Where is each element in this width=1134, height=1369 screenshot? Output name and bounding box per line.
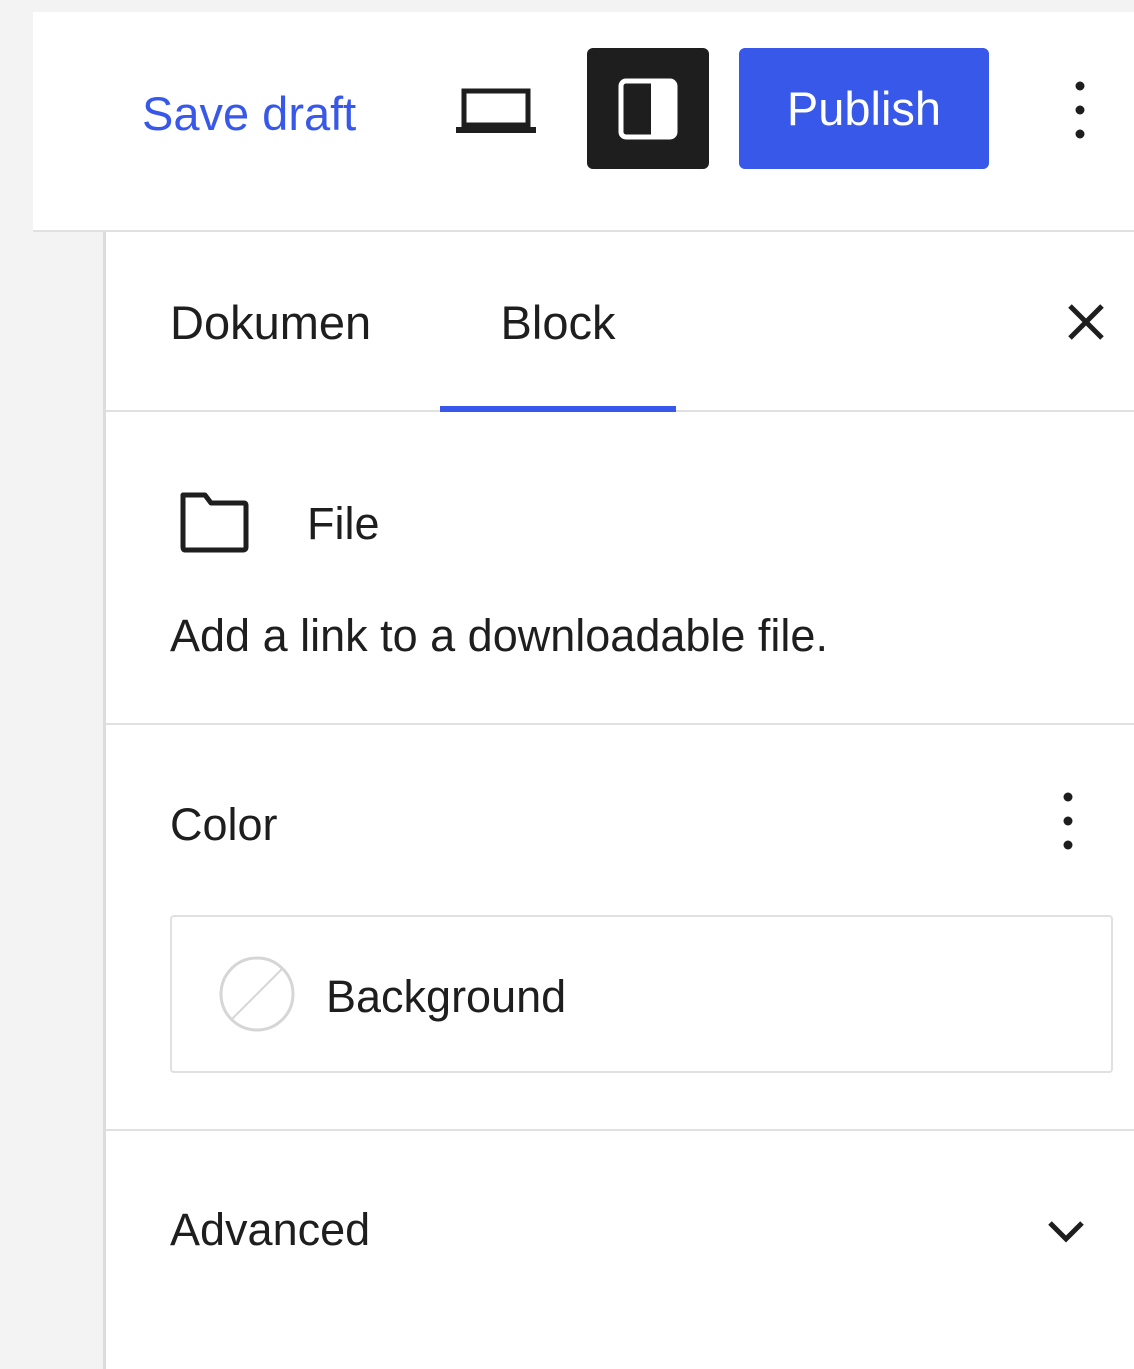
tab-document[interactable]: Dokumen — [136, 232, 406, 412]
sidebar-tabs: Dokumen Block — [106, 232, 1134, 412]
publish-button[interactable]: Publish — [739, 48, 989, 169]
advanced-toggle[interactable] — [1034, 1201, 1098, 1261]
color-panel: Color Background — [106, 725, 1134, 1131]
editor-app: Save draft Publish Dokumen Block File Ad… — [0, 0, 1134, 1369]
block-title: File — [307, 498, 380, 549]
block-card: File Add a link to a downloadable file. — [106, 412, 1134, 725]
sidebar-panel-icon — [618, 78, 678, 139]
block-description: Add a link to a downloadable file. — [170, 610, 828, 661]
background-color-item[interactable]: Background — [170, 915, 1113, 1073]
more-vertical-icon — [1063, 792, 1073, 850]
save-draft-button[interactable]: Save draft — [142, 84, 356, 144]
folder-icon — [180, 492, 249, 553]
laptop-icon — [456, 88, 536, 133]
preview-button[interactable] — [446, 66, 546, 156]
color-options-button[interactable] — [1040, 781, 1096, 861]
no-color-swatch-icon — [219, 956, 295, 1032]
advanced-panel-title: Advanced — [170, 1204, 371, 1255]
more-vertical-icon — [1075, 81, 1085, 139]
settings-sidebar: Dokumen Block File Add a link to a downl… — [103, 232, 1134, 1369]
tab-block[interactable]: Block — [440, 232, 676, 412]
advanced-panel-toggle[interactable]: Advanced — [106, 1131, 1134, 1331]
close-icon — [1068, 304, 1104, 340]
color-panel-title: Color — [170, 799, 278, 850]
options-button[interactable] — [1052, 70, 1108, 150]
settings-toggle-button[interactable] — [587, 48, 709, 169]
close-sidebar-button[interactable] — [1046, 282, 1126, 362]
background-label: Background — [326, 971, 567, 1022]
chevron-down-icon — [1048, 1221, 1084, 1243]
